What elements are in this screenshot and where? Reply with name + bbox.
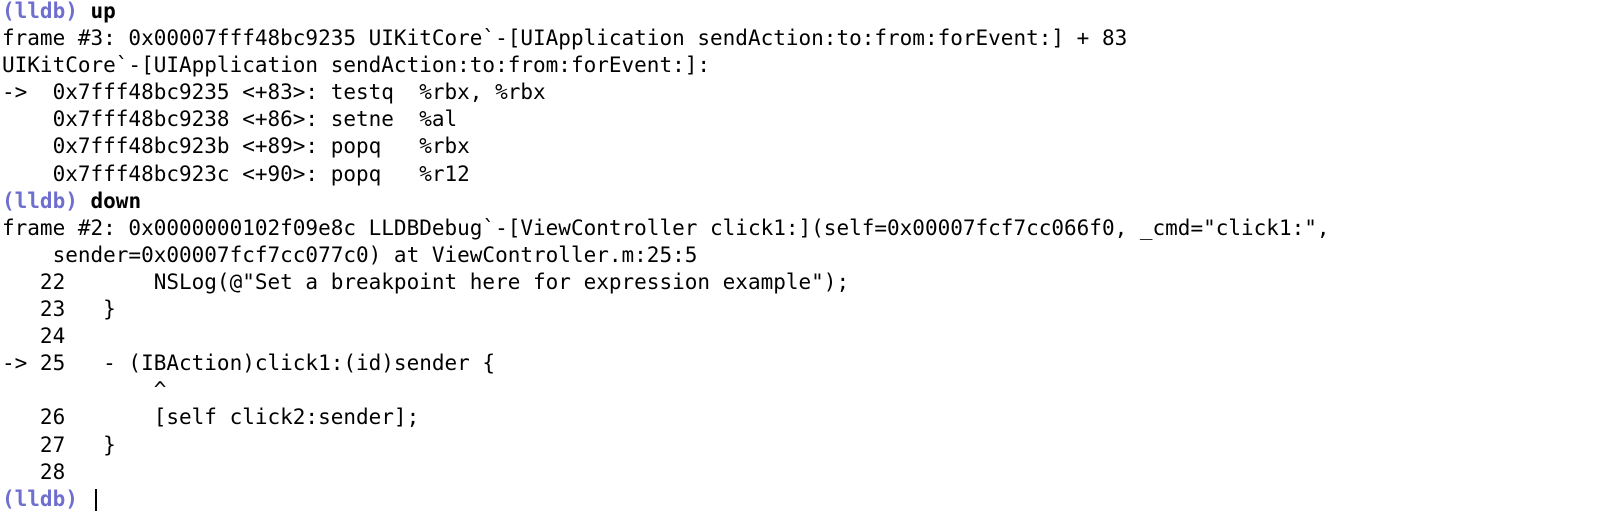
lldb-command: up (90, 0, 116, 23)
output-line: 26 [self click2:sender]; (2, 405, 420, 430)
lldb-prompt: (lldb) (2, 0, 78, 23)
output-line: ^ (2, 378, 167, 403)
prompt-line: (lldb) up (2, 0, 1616, 25)
output-line: 28 (2, 459, 104, 484)
output-line: 0x7fff48bc923c <+90>: popq %r12 (2, 161, 470, 186)
lldb-prompt: (lldb) (2, 188, 78, 213)
output-line: 22 NSLog(@"Set a breakpoint here for exp… (2, 269, 850, 294)
prompt-line: (lldb) down (2, 188, 1616, 215)
output-line: sender=0x00007fcf7cc077c0) at ViewContro… (2, 242, 698, 267)
output-line: frame #2: 0x0000000102f09e8c LLDBDebug`-… (2, 215, 1330, 240)
output-line: -> 25 - (IBAction)click1:(id)sender { (2, 351, 496, 376)
lldb-console[interactable]: (lldb) up frame #3: 0x00007fff48bc9235 UI… (0, 0, 1616, 520)
lldb-prompt: (lldb) (2, 486, 78, 511)
output-line: 27 } (2, 432, 116, 457)
output-line: 0x7fff48bc9238 <+86>: setne %al (2, 107, 458, 132)
output-line: 0x7fff48bc923b <+89>: popq %rbx (2, 134, 470, 159)
prompt-line: (lldb) (2, 486, 1616, 513)
output-line: frame #3: 0x00007fff48bc9235 UIKitCore`-… (2, 26, 1128, 51)
output-line: 24 (2, 324, 104, 349)
output-line: 23 } (2, 297, 116, 322)
lldb-command: down (90, 188, 142, 213)
text-cursor (94, 488, 97, 511)
output-line: UIKitCore`-[UIApplication sendAction:to:… (2, 53, 711, 78)
output-line: -> 0x7fff48bc9235 <+83>: testq %rbx, %rb… (2, 80, 546, 105)
